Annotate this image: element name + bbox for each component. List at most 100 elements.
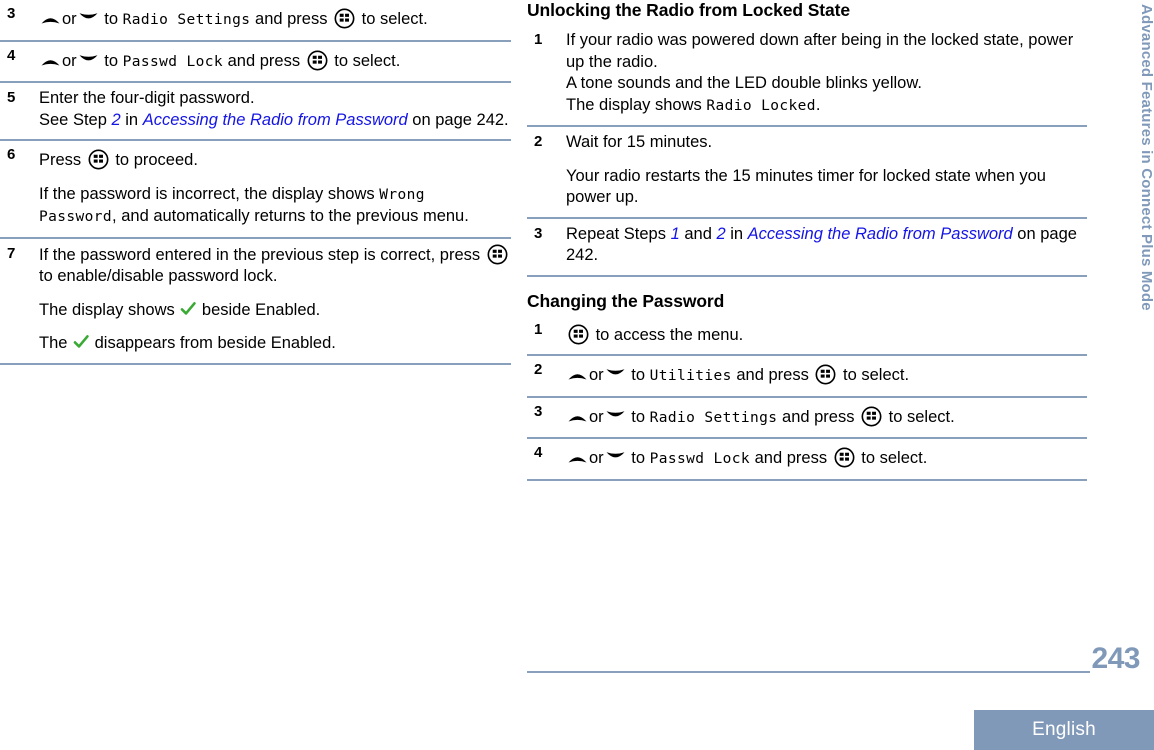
footer-rule [527, 671, 1090, 673]
step-text-and-press: and press [731, 366, 814, 384]
step-text-tail: to select. [357, 10, 428, 28]
step-item: 2 Wait for 15 minutes. Your radio restar… [527, 127, 1087, 219]
step-see-step: See Step [39, 110, 112, 129]
step-paragraph: or to Passwd Lock and press to select. [566, 447, 1087, 471]
step-press-label: Press [39, 151, 86, 169]
section-heading-unlocking: Unlocking the Radio from Locked State [527, 0, 851, 20]
step-text-tail: to select. [856, 449, 928, 467]
step-incorrect-text: If the password is incorrect, the displa… [39, 184, 380, 203]
step-number: 7 [7, 244, 16, 262]
step-and-label: and [679, 224, 717, 243]
step-item: 1 to access the menu. [527, 316, 1087, 356]
step-correct-text: If the password entered in the previous … [39, 245, 485, 264]
step-body: or to Radio Settings and press to select… [39, 8, 511, 32]
down-arrow-icon [78, 53, 99, 67]
or-label-2: or [62, 51, 77, 70]
step-paragraph: The disappears from beside Enabled. [39, 333, 511, 355]
check-icon [73, 334, 89, 350]
step-paragraph: If your radio was powered down after bei… [566, 30, 1087, 117]
step-cross-ref-number-2[interactable]: 2 [716, 225, 725, 243]
menu-button-icon [334, 8, 355, 29]
step-body: Enter the four-digit password. See Step 2… [39, 88, 511, 131]
or-label: or [589, 366, 604, 384]
step-line-1: If your radio was powered down after bei… [566, 31, 1074, 71]
step-paragraph: or to Utilities and press to select. [566, 364, 1087, 388]
menu-button-icon [568, 324, 589, 345]
display-text: Radio Settings [122, 12, 251, 28]
step-text-tail: to select. [884, 407, 955, 426]
up-arrow-icon [567, 367, 588, 381]
step-paragraph: Repeat Steps 1 and 2 in Accessing the Ra… [566, 224, 1087, 267]
down-arrow-icon [605, 367, 626, 381]
step-body: or to Passwd Lock and press to select. [566, 447, 1087, 471]
step-proceed-label: to proceed. [110, 151, 198, 169]
menu-button-icon [307, 50, 328, 71]
step-text-and-press: and press [777, 407, 860, 426]
step-item: 4 or to Passwd Lock and press to select. [0, 42, 511, 83]
step-text-to: to [99, 51, 123, 70]
step-item: 3 Repeat Steps 1 and 2 in Accessing the … [527, 219, 1087, 277]
step-cross-ref-number[interactable]: 2 [111, 111, 120, 129]
step-returns-text: , and automatically returns to the previ… [112, 207, 469, 225]
unlocking-step-list: 1 If your radio was powered down after b… [527, 25, 1087, 277]
or-label: or [589, 407, 604, 426]
display-text: Radio Locked [706, 97, 816, 114]
step-line-3-suffix: . [815, 95, 821, 114]
step-text-and-press: and press [223, 51, 305, 70]
step-number: 2 [534, 133, 543, 150]
step-number: 1 [534, 31, 543, 48]
running-head: Advanced Features in Connect Plus Mode [1138, 4, 1154, 311]
check-icon [180, 301, 197, 317]
step-body: or to Passwd Lock and press to select. [39, 50, 511, 74]
step-body: or to Radio Settings and press to select… [566, 406, 1087, 430]
step-number: 3 [534, 402, 543, 420]
step-item: 1 If your radio was powered down after b… [527, 25, 1087, 127]
step-text-to: to [626, 449, 650, 467]
section-heading-changing-password: Changing the Password [527, 290, 725, 311]
step-item: 3 or to Radio Settings and press to sele… [0, 0, 511, 42]
or-label-1: or [62, 10, 77, 28]
left-column: 3 or to Radio Settings and press to sele… [0, 0, 511, 365]
language-badge: English [974, 710, 1154, 750]
menu-button-icon [861, 406, 882, 427]
step-line-2: Your radio restarts the 15 minutes timer… [566, 166, 1046, 207]
manual-page: 3 or to Radio Settings and press to sele… [0, 0, 1154, 750]
menu-button-icon [88, 149, 109, 170]
step-paragraph: or to Radio Settings and press to select… [39, 8, 511, 32]
step-line-3-prefix: The display shows [566, 95, 707, 114]
step-text-to: to [626, 407, 650, 426]
down-arrow-icon [605, 450, 626, 464]
step-text-tail: to select. [329, 51, 401, 70]
up-arrow-icon [567, 450, 588, 464]
step-access-menu-text: to access the menu. [591, 325, 744, 344]
step-number: 1 [534, 320, 543, 338]
step-beside-enabled-text: beside Enabled. [197, 300, 321, 319]
step-number: 2 [534, 361, 543, 378]
up-arrow-icon [40, 11, 61, 25]
step-paragraph: Wait for 15 minutes. [566, 132, 1087, 154]
step-item: 6 Press to proceed. If the password is i… [0, 141, 511, 239]
step-text-to: to [99, 10, 123, 28]
cross-reference-link[interactable]: Accessing the Radio from Password [143, 111, 408, 129]
menu-button-icon [834, 447, 855, 468]
display-text: Radio Settings [649, 409, 778, 426]
step-number: 4 [534, 444, 543, 461]
up-arrow-icon [40, 53, 61, 67]
step-item: 3 or to Radio Settings and press to sele… [527, 398, 1087, 439]
down-arrow-icon [605, 409, 626, 423]
step-text-and-press: and press [750, 449, 832, 467]
step-line-2: A tone sounds and the LED double blinks … [566, 74, 922, 92]
left-step-list: 3 or to Radio Settings and press to sele… [0, 0, 511, 365]
menu-button-icon [487, 244, 508, 265]
cross-reference-link[interactable]: Accessing the Radio from Password [748, 225, 1013, 243]
step-number: 5 [7, 89, 16, 106]
step-paragraph: or to Radio Settings and press to select… [566, 406, 1087, 430]
step-line-1: Wait for 15 minutes. [566, 133, 713, 151]
step-paragraph: Enter the four-digit password. See Step 2… [39, 88, 511, 131]
step-disappears-text: disappears from beside Enabled. [90, 334, 336, 352]
step-cross-ref-number-1[interactable]: 1 [671, 225, 680, 243]
step-item: 7 If the password entered in the previou… [0, 239, 511, 365]
step-paragraph: to access the menu. [566, 324, 1087, 347]
step-paragraph: If the password is incorrect, the displa… [39, 184, 511, 229]
step-in-label: in [120, 110, 143, 129]
